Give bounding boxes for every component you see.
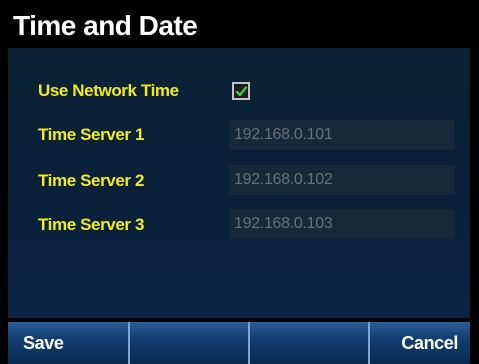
cancel-softkey[interactable]: Cancel bbox=[370, 322, 470, 364]
screen-bezel bbox=[470, 0, 479, 364]
softkey-3-empty[interactable] bbox=[250, 322, 368, 364]
title-bar: Time and Date bbox=[0, 0, 469, 48]
time-server-1-label: Time Server 1 bbox=[38, 125, 145, 144]
softkey-2-empty[interactable] bbox=[130, 322, 248, 364]
use-network-time-label: Use Network Time bbox=[38, 81, 179, 100]
softkey-bar: Save Cancel bbox=[8, 322, 470, 364]
time-server-3-value: 192.168.0.103 bbox=[234, 215, 333, 232]
time-server-1-field[interactable]: 192.168.0.101 bbox=[229, 120, 455, 150]
phone-screen: Time and Date Use Network Time Time Serv… bbox=[0, 0, 479, 364]
time-server-3-field[interactable]: 192.168.0.103 bbox=[229, 209, 455, 239]
time-server-2-value: 192.168.0.102 bbox=[234, 171, 333, 188]
save-softkey[interactable]: Save bbox=[8, 322, 128, 364]
checkmark-icon bbox=[235, 86, 248, 97]
use-network-time-checkbox[interactable] bbox=[232, 82, 250, 100]
time-server-2-label: Time Server 2 bbox=[38, 171, 145, 190]
settings-panel: Use Network Time Time Server 1 192.168.0… bbox=[8, 48, 470, 318]
time-server-2-field[interactable]: 192.168.0.102 bbox=[229, 165, 455, 195]
page-title: Time and Date bbox=[13, 10, 198, 41]
time-server-1-value: 192.168.0.101 bbox=[234, 126, 333, 143]
time-server-3-label: Time Server 3 bbox=[38, 215, 145, 234]
